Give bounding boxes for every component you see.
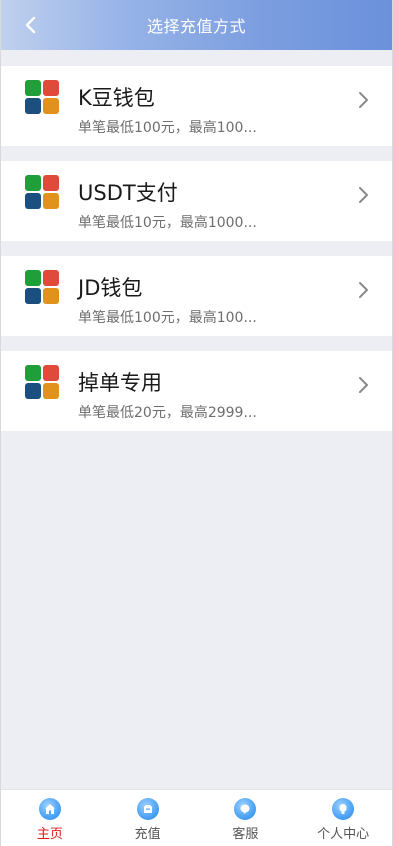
payment-method-limit: 单笔最低100元，最高100... [78,120,257,136]
tab-label: 充值 [134,827,161,842]
chevron-left-icon [25,16,36,34]
tab-label: 个人中心 [317,827,370,842]
payment-method-title: K豆钱包 [78,86,155,110]
tab-label: 客服 [232,827,259,842]
back-button[interactable] [19,13,43,37]
payment-method-kdou-wallet[interactable]: K豆钱包 单笔最低100元，最高100... [1,66,392,146]
recharge-icon [136,798,159,820]
payment-method-title: JD钱包 [78,276,143,300]
chevron-right-icon [359,282,368,298]
payment-method-jd-wallet[interactable]: JD钱包 单笔最低100元，最高100... [1,256,392,336]
chevron-right-icon [359,187,368,203]
payment-method-limit: 单笔最低100元，最高100... [78,310,257,326]
profile-icon [332,798,355,820]
payment-method-title: 掉单专用 [78,371,162,395]
app-grid-icon [25,175,59,209]
app-grid-icon [25,365,59,399]
tab-recharge[interactable]: 充值 [99,790,197,846]
payment-method-missed-order[interactable]: 掉单专用 单笔最低20元，最高2999... [1,351,392,431]
customer-service-icon [234,798,257,820]
app-grid-icon [25,270,59,304]
page-title: 选择充值方式 [146,17,246,36]
payment-method-list: K豆钱包 单笔最低100元，最高100... USDT支付 单笔最低10元，最高… [1,66,392,446]
tab-label: 主页 [36,827,63,842]
app-grid-icon [25,80,59,114]
tab-home[interactable]: 主页 [1,790,99,846]
payment-method-limit: 单笔最低10元，最高1000... [78,215,257,231]
payment-method-usdt[interactable]: USDT支付 单笔最低10元，最高1000... [1,161,392,241]
chevron-right-icon [359,92,368,108]
tab-customer-service[interactable]: 客服 [197,790,295,846]
payment-method-title: USDT支付 [78,181,178,205]
chevron-right-icon [359,377,368,393]
tab-profile[interactable]: 个人中心 [294,790,392,846]
bottom-tab-bar: 主页 充值 客服 个人中心 [1,789,392,846]
page-frame: 选择充值方式 K豆钱包 单笔最低100元，最高100... USDT支付 单笔最… [0,0,393,846]
payment-method-limit: 单笔最低20元，最高2999... [78,405,257,421]
top-nav-bar: 选择充值方式 [1,0,392,50]
home-icon [38,798,61,820]
